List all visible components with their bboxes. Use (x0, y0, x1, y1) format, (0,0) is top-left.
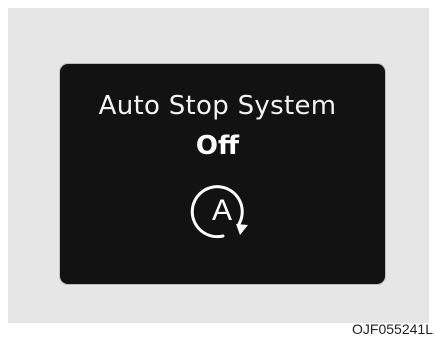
auto-stop-off-icon: A (186, 180, 258, 244)
figure-code: OJF055241L (352, 321, 433, 337)
message-title: Auto Stop System (98, 91, 337, 121)
message-status: Off (195, 131, 240, 161)
auto-stop-letter: A (212, 194, 232, 227)
auto-stop-svg: A (190, 185, 248, 239)
